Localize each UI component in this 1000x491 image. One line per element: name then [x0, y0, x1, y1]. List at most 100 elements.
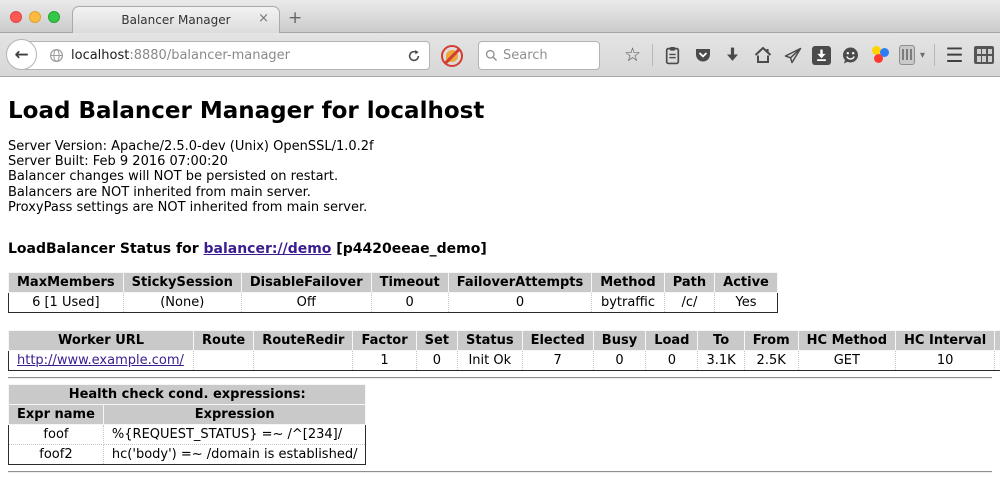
url-path: :8880/balancer-manager	[129, 48, 290, 63]
table-row: 6 [1 Used] (None) Off 0 0 bytraffic /c/ …	[9, 293, 778, 313]
back-button[interactable]: ←	[6, 39, 37, 70]
col-factor: Factor	[353, 331, 416, 351]
balancer-status-heading: LoadBalancer Status for balancer://demo …	[8, 240, 992, 258]
col-status: Status	[458, 331, 523, 351]
col-expression: Expression	[103, 405, 366, 425]
status-heading-suffix: [p4420eeae_demo]	[331, 241, 486, 257]
home-icon[interactable]	[752, 45, 773, 66]
cell-hc-method: GET	[798, 351, 895, 371]
health-check-table: Health check cond. expressions: Expr nam…	[8, 384, 366, 465]
cell-hc-interval: 10	[896, 351, 995, 371]
globe-icon	[49, 48, 64, 63]
url-host: localhost	[71, 48, 129, 63]
col-set: Set	[416, 331, 457, 351]
cell-maxmembers: 6 [1 Used]	[9, 293, 124, 313]
toolbar-separator	[652, 44, 653, 66]
cell-disablefailover: Off	[241, 293, 371, 313]
balancer-link[interactable]: balancer://demo	[204, 241, 332, 257]
table-header-row: Worker URL Route RouteRedir Factor Set S…	[9, 331, 1000, 351]
toolbar-icons: ☆	[622, 33, 994, 77]
cell-worker-url: http://www.example.com/	[9, 351, 194, 371]
cell-expr-name: foof2	[9, 445, 104, 465]
browser-tab[interactable]: Balancer Manager ×	[72, 6, 280, 33]
col-timeout: Timeout	[371, 273, 448, 293]
tab-groups-grid-icon[interactable]	[974, 46, 994, 64]
cell-status: Init Ok	[458, 351, 523, 371]
cell-stickysession: (None)	[123, 293, 241, 313]
server-version-line: Server Version: Apache/2.5.0-dev (Unix) …	[8, 139, 992, 154]
bookmark-star-icon[interactable]: ☆	[622, 45, 643, 66]
cell-elected: 7	[522, 351, 593, 371]
cell-expr-name: foof	[9, 425, 104, 445]
cell-path: /c/	[664, 293, 714, 313]
col-elected: Elected	[522, 331, 593, 351]
search-input[interactable]	[503, 48, 589, 63]
new-tab-button[interactable]: +	[288, 8, 302, 28]
reload-icon[interactable]	[407, 49, 421, 63]
inherit-note-line: Balancers are NOT inherited from main se…	[8, 185, 992, 200]
extension-dots-icon[interactable]	[870, 45, 890, 65]
col-worker-url: Worker URL	[9, 331, 194, 351]
search-icon	[485, 49, 498, 62]
cell-load: 0	[646, 351, 698, 371]
col-stickysession: StickySession	[123, 273, 241, 293]
worker-status-table: Worker URL Route RouteRedir Factor Set S…	[8, 330, 1000, 371]
persist-note-line: Balancer changes will NOT be persisted o…	[8, 169, 992, 184]
col-disablefailover: DisableFailover	[241, 273, 371, 293]
window-minimize-button[interactable]	[29, 11, 41, 23]
window-titlebar: Balancer Manager × +	[0, 0, 1000, 33]
navigation-toolbar: ← localhost:8880/balancer-manager	[0, 33, 1000, 77]
cell-to: 3.1K	[698, 351, 744, 371]
tab-close-icon[interactable]: ×	[258, 11, 269, 27]
cell-timeout: 0	[371, 293, 448, 313]
clipboard-icon[interactable]	[662, 45, 683, 66]
table-header-row: Expr name Expression	[9, 405, 366, 425]
cell-failoverattempts: 0	[448, 293, 592, 313]
cell-set: 0	[416, 351, 457, 371]
container-icon[interactable]	[899, 45, 915, 65]
download-arrow-icon[interactable]	[722, 45, 743, 66]
col-active: Active	[715, 273, 778, 293]
cell-active: Yes	[715, 293, 778, 313]
plugin-blocked-icon[interactable]	[441, 45, 463, 67]
cell-expression: %{REQUEST_STATUS} =~ /^[234]/	[103, 425, 366, 445]
section-divider	[8, 471, 992, 473]
feedback-smiley-icon[interactable]	[840, 45, 861, 66]
col-route: Route	[194, 331, 254, 351]
status-heading-prefix: LoadBalancer Status for	[8, 241, 204, 257]
table-row: foof2 hc('body') =~ /domain is establish…	[9, 445, 366, 465]
col-routeredir: RouteRedir	[254, 331, 353, 351]
pocket-icon[interactable]	[692, 45, 713, 66]
table-header-row: MaxMembers StickySession DisableFailover…	[9, 273, 778, 293]
col-hc-interval: HC Interval	[896, 331, 995, 351]
window-zoom-button[interactable]	[48, 11, 60, 23]
col-hc-method: HC Method	[798, 331, 895, 351]
col-maxmembers: MaxMembers	[9, 273, 124, 293]
col-path: Path	[664, 273, 714, 293]
server-info: Server Version: Apache/2.5.0-dev (Unix) …	[8, 139, 992, 215]
url-bar[interactable]: localhost:8880/balancer-manager	[22, 41, 430, 70]
cell-routeredir	[254, 351, 353, 371]
hamburger-menu-icon[interactable]: ☰	[944, 45, 965, 66]
search-bar[interactable]	[478, 41, 600, 70]
col-busy: Busy	[593, 331, 645, 351]
downloads-panel-icon[interactable]	[812, 46, 831, 65]
worker-url-link[interactable]: http://www.example.com/	[17, 353, 184, 368]
table-row: foof %{REQUEST_STATUS} =~ /^[234]/	[9, 425, 366, 445]
balancer-settings-table: MaxMembers StickySession DisableFailover…	[8, 272, 778, 313]
server-built-line: Server Built: Feb 9 2016 07:00:20	[8, 154, 992, 169]
url-text[interactable]: localhost:8880/balancer-manager	[71, 48, 407, 63]
cell-route	[194, 351, 254, 371]
send-plane-icon[interactable]	[782, 45, 803, 66]
cell-method: bytraffic	[592, 293, 664, 313]
col-failoverattempts: FailoverAttempts	[448, 273, 592, 293]
chevron-down-icon[interactable]: ▾	[920, 50, 925, 61]
health-table-title: Health check cond. expressions:	[9, 385, 366, 405]
proxypass-note-line: ProxyPass settings are NOT inherited fro…	[8, 200, 992, 215]
col-method: Method	[592, 273, 664, 293]
cell-factor: 1	[353, 351, 416, 371]
window-close-button[interactable]	[10, 11, 22, 23]
col-to: To	[698, 331, 744, 351]
cell-passes: 1 (0)	[995, 351, 1000, 371]
col-load: Load	[646, 331, 698, 351]
